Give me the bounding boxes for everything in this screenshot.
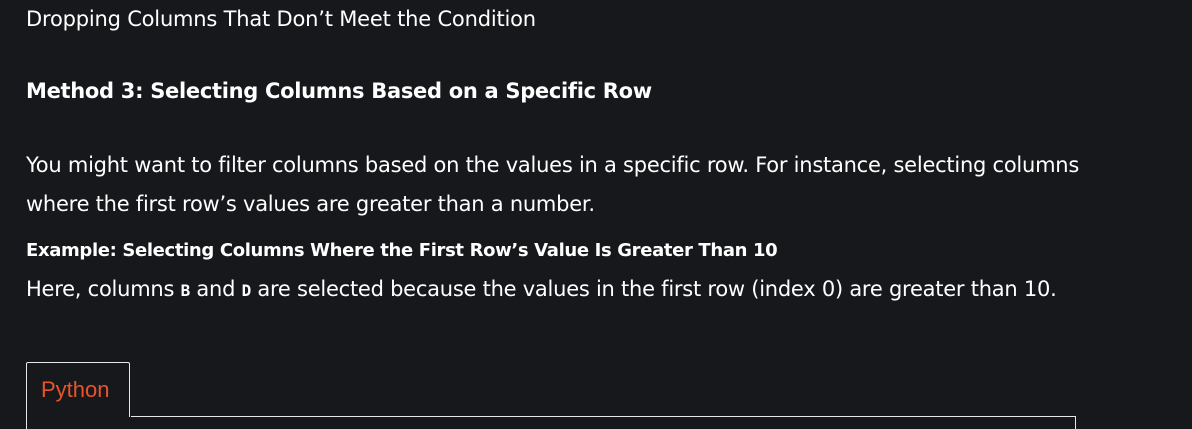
explanation-paragraph: Here, columns B and D are selected becau… (26, 270, 1086, 310)
intro-paragraph: You might want to filter columns based o… (26, 153, 1080, 216)
inline-code-column-b: B (180, 281, 191, 300)
code-box-left-border (26, 416, 27, 429)
explanation-text-middle: and (189, 277, 242, 301)
section-subheading: Dropping Columns That Don’t Meet the Con… (26, 7, 536, 31)
explanation-text-end: are selected because the values in the f… (250, 277, 1057, 301)
tab-python-label: Python (41, 377, 110, 402)
explanation-text-start: Here, columns (26, 277, 181, 301)
inline-code-column-d: D (241, 281, 252, 300)
code-tab-bar: Python (26, 362, 1076, 429)
article-page: Dropping Columns That Don’t Meet the Con… (0, 0, 1192, 429)
code-box-right-border (1075, 416, 1076, 429)
code-box-top-border (131, 416, 1076, 417)
tab-python[interactable]: Python (26, 362, 130, 417)
example-heading: Example: Selecting Columns Where the Fir… (26, 240, 778, 261)
method-heading: Method 3: Selecting Columns Based on a S… (26, 79, 652, 103)
